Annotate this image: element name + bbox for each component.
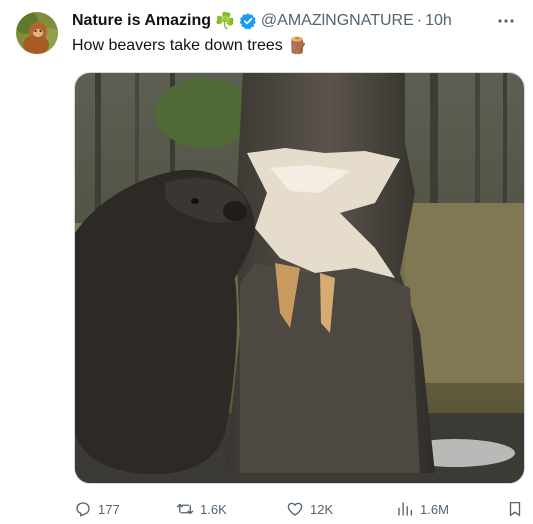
avatar-image [16, 12, 58, 54]
beaver-image [75, 73, 524, 483]
bookmark-button[interactable] [506, 496, 530, 522]
tweet-actions: 177 1.6K 12K 1.6M [72, 496, 528, 522]
views-chart-icon [398, 502, 413, 516]
more-options-icon[interactable] [495, 10, 517, 32]
reply-count: 177 [98, 501, 120, 517]
like-count: 12K [310, 501, 334, 517]
reply-button[interactable]: 177 [74, 496, 120, 522]
tweet: Nature is Amazing ☘️ @AMAZlNGNATURE · 10… [0, 0, 533, 524]
tweet-text: How beavers take down trees 🪵 [72, 36, 308, 56]
separator-dot: · [416, 12, 423, 29]
timestamp[interactable]: 10h [425, 12, 452, 30]
wood-log-emoji: 🪵 [287, 38, 308, 55]
heart-icon [287, 502, 303, 516]
repost-icon [176, 503, 194, 515]
clover-emoji: ☘️ [215, 13, 235, 30]
like-button[interactable]: 12K [286, 496, 333, 522]
verified-badge-icon [239, 12, 257, 30]
tweet-media[interactable] [74, 72, 525, 484]
tweet-text-content: How beavers take down trees [72, 37, 283, 54]
reply-icon [76, 502, 90, 517]
avatar[interactable] [16, 12, 58, 54]
repost-count: 1.6K [200, 501, 227, 517]
author-handle[interactable]: @AMAZlNGNATURE [261, 12, 414, 30]
views-count: 1.6M [420, 501, 449, 517]
repost-button[interactable]: 1.6K [176, 496, 227, 522]
tweet-header: Nature is Amazing ☘️ @AMAZlNGNATURE · 10… [72, 10, 452, 32]
views-button[interactable]: 1.6M [396, 496, 449, 522]
bookmark-icon [509, 501, 521, 517]
author-name[interactable]: Nature is Amazing [72, 12, 211, 30]
